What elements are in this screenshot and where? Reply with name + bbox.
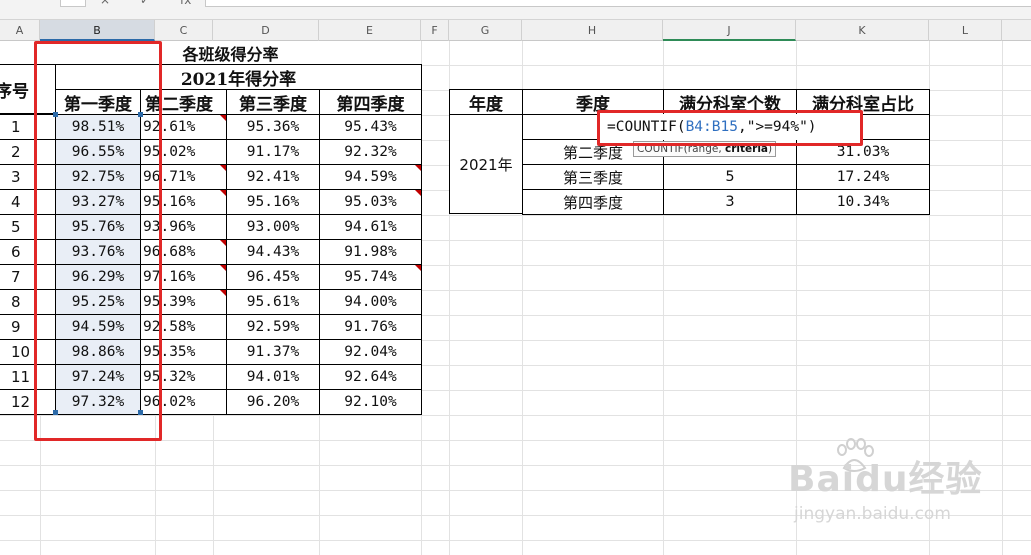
column-header-a[interactable]: A (0, 20, 40, 41)
column-header-next[interactable] (1002, 20, 1031, 41)
score-cell-q4[interactable]: 92.04% (319, 339, 422, 365)
year-header[interactable]: 年度 (449, 89, 523, 115)
cancel-icon[interactable]: × (100, 0, 110, 7)
function-icon[interactable]: fx (180, 0, 191, 7)
score-cell-q3[interactable]: 92.41% (226, 164, 320, 190)
quarter-cell[interactable]: 第四季度 (522, 189, 664, 215)
column-header-g[interactable]: G (449, 20, 522, 41)
formula-input[interactable] (205, 0, 1031, 7)
ratio-cell[interactable]: 17.24% (796, 164, 930, 190)
score-cell-q4[interactable]: 92.32% (319, 139, 422, 165)
column-header-e[interactable]: E (319, 20, 421, 41)
year-cell[interactable]: 2021年 (449, 114, 523, 214)
score-cell-q4[interactable]: 92.10% (319, 389, 422, 415)
score-cell-q4[interactable]: 91.76% (319, 314, 422, 340)
baidu-watermark: Baidu经验 jingyan.baidu.com (788, 438, 988, 540)
grid-vline (1002, 41, 1003, 555)
count-cell[interactable]: 5 (663, 164, 797, 190)
annotation-box-formula (597, 110, 863, 146)
score-cell-q3[interactable]: 92.59% (226, 314, 320, 340)
watermark-url: jingyan.baidu.com (794, 504, 951, 524)
score-cell-q3[interactable]: 95.16% (226, 189, 320, 215)
score-cell-q4[interactable]: 95.74% (319, 264, 422, 290)
quarter-cell[interactable]: 第三季度 (522, 164, 664, 190)
score-cell-q4[interactable]: 95.43% (319, 114, 422, 140)
column-header-row: A B C D E F G H J K L (0, 20, 1031, 41)
score-cell-q3[interactable]: 91.37% (226, 339, 320, 365)
score-cell-q3[interactable]: 94.43% (226, 239, 320, 265)
name-box-edge[interactable] (60, 0, 86, 7)
q4-header[interactable]: 第四季度 (319, 89, 422, 115)
score-cell-q3[interactable]: 95.36% (226, 114, 320, 140)
column-header-l[interactable]: L (929, 20, 1002, 41)
score-cell-q3[interactable]: 93.00% (226, 214, 320, 240)
score-cell-q4[interactable]: 94.59% (319, 164, 422, 190)
column-header-c[interactable]: C (155, 20, 213, 41)
score-cell-q4[interactable]: 92.64% (319, 364, 422, 390)
score-cell-q3[interactable]: 94.01% (226, 364, 320, 390)
count-cell[interactable]: 3 (663, 189, 797, 215)
score-cell-q3[interactable]: 96.45% (226, 264, 320, 290)
score-cell-q4[interactable]: 94.61% (319, 214, 422, 240)
ratio-cell[interactable]: 10.34% (796, 189, 930, 215)
score-cell-q3[interactable]: 91.17% (226, 139, 320, 165)
score-cell-q4[interactable]: 94.00% (319, 289, 422, 315)
formula-bar: × ✓ fx (0, 0, 1031, 20)
score-cell-q3[interactable]: 95.61% (226, 289, 320, 315)
column-header-b[interactable]: B (40, 20, 155, 41)
score-cell-q4[interactable]: 95.03% (319, 189, 422, 215)
score-cell-q4[interactable]: 91.98% (319, 239, 422, 265)
column-header-k[interactable]: K (796, 20, 929, 41)
annotation-box-column-b (34, 41, 162, 441)
column-header-f[interactable]: F (421, 20, 449, 41)
column-header-h[interactable]: H (522, 20, 663, 41)
watermark-brand: Baidu经验 (788, 459, 983, 500)
q3-header[interactable]: 第三季度 (226, 89, 320, 115)
column-header-j[interactable]: J (663, 20, 796, 41)
score-cell-q3[interactable]: 96.20% (226, 389, 320, 415)
confirm-icon[interactable]: ✓ (140, 0, 150, 7)
grid-hline (0, 540, 1031, 541)
column-header-d[interactable]: D (213, 20, 319, 41)
